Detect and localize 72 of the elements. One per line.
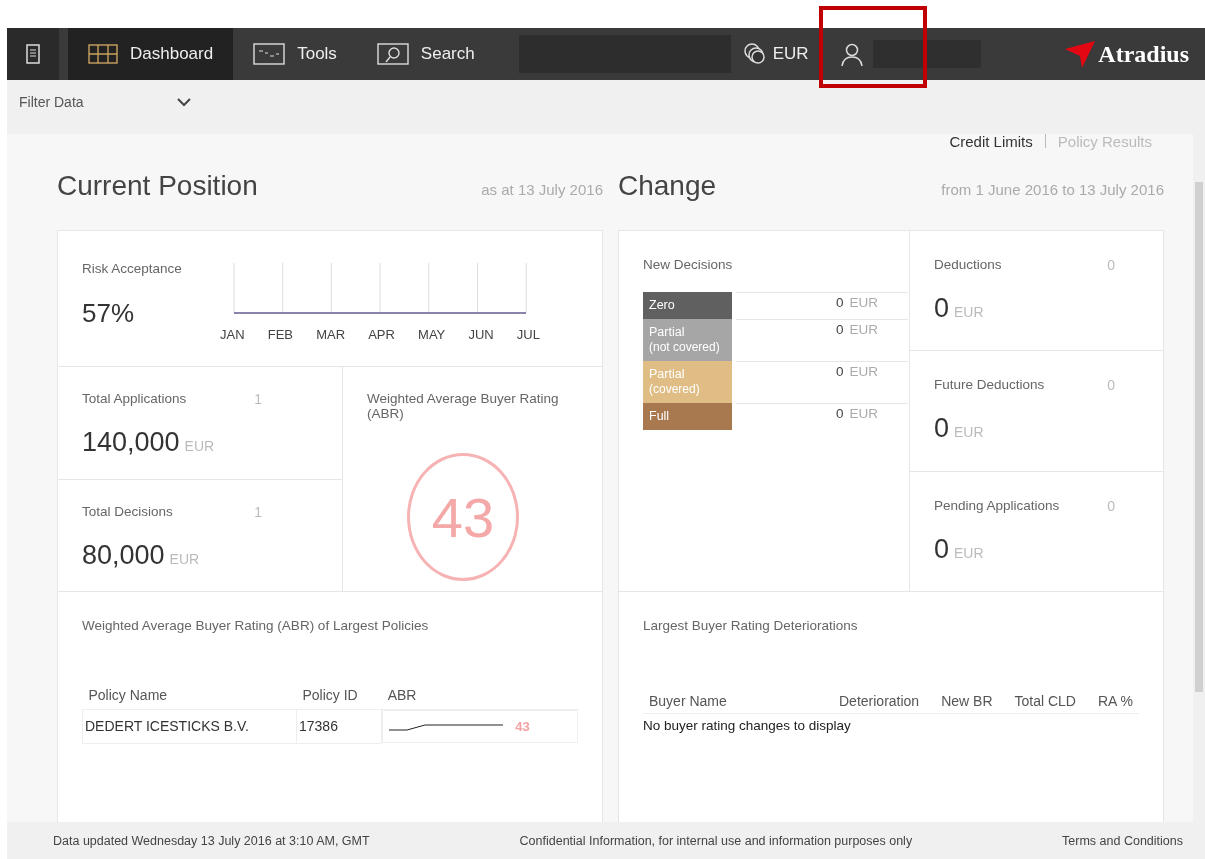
month-label: JAN — [220, 327, 245, 342]
column-header: Buyer Name — [649, 693, 727, 709]
column-header: Policy ID — [296, 681, 382, 710]
update-note: Data updated Wednesday 13 July 2016 at 3:10 AM, GMT — [53, 833, 370, 848]
amount: 0 — [835, 364, 844, 381]
panel-title: Weighted Average Buyer Rating (ABR) of Largest Policies — [82, 618, 430, 633]
table-cell: DEDERT ICESTICKS B.V. — [82, 709, 297, 743]
section-title: Current Position — [57, 170, 258, 202]
currency-unit: EUR — [849, 295, 878, 312]
amount: 0 — [835, 295, 844, 312]
as-at-date: as at 13 July 2016 — [481, 181, 603, 198]
metric-value: 57% — [82, 298, 136, 329]
amount: 0 — [934, 293, 950, 324]
column-header: Total CLD — [1014, 693, 1076, 709]
metric-label: Deductions — [934, 257, 1002, 273]
view-link[interactable]: Credit Limits — [949, 134, 1033, 150]
metric-label: Risk Acceptance — [82, 261, 183, 276]
currency-unit: EUR — [849, 364, 878, 381]
confidential-note: Confidential Information, for internal use and information purposes only — [519, 833, 913, 848]
currency-unit: EUR — [849, 322, 878, 339]
nav-tab[interactable]: Dashboard — [68, 28, 234, 80]
count: 1 — [254, 391, 262, 407]
brand-name: Atradius — [1098, 40, 1189, 68]
month-label: MAY — [418, 327, 446, 342]
amount: 0 — [835, 322, 844, 339]
empty-message: No buyer rating changes to display — [643, 718, 852, 733]
decision-category: Partial (covered) — [643, 361, 732, 403]
nav-tab[interactable]: Search — [356, 28, 495, 80]
metric-label: Pending Applications — [934, 497, 1060, 514]
terms-link[interactable]: Terms and Conditions — [1062, 833, 1183, 848]
month-label: MAR — [316, 327, 346, 342]
amount: 0 — [934, 533, 950, 565]
abr-value: 43 — [515, 719, 530, 734]
metric-label: Weighted Average Buyer Rating (ABR) — [367, 391, 560, 421]
rating-circle: 43 — [407, 453, 519, 581]
currency-unit: EUR — [184, 438, 215, 454]
count: 1 — [254, 503, 262, 520]
month-label: JUL — [516, 327, 540, 342]
column-header: Deterioration — [839, 693, 920, 709]
currency-unit: EUR — [954, 544, 984, 561]
metric-label: Total Decisions — [82, 503, 173, 520]
decision-category: Zero — [643, 292, 732, 319]
metric-label: New Decisions — [643, 257, 734, 272]
amount: 80,000 — [82, 539, 165, 571]
count: 0 — [1107, 377, 1115, 394]
filter-dropdown[interactable]: Filter Data — [7, 80, 204, 124]
month-label: APR — [368, 327, 395, 342]
amount: 0 — [835, 406, 844, 423]
currency-unit: EUR — [954, 424, 984, 441]
column-header: RA % — [1098, 693, 1133, 709]
metric-label: Future Deductions — [934, 377, 1045, 394]
decision-category: Partial (not covered) — [643, 319, 732, 361]
column-header: New BR — [941, 693, 993, 709]
count: 0 — [1107, 497, 1115, 514]
column-header: Policy Name — [82, 681, 297, 710]
decision-category: Full — [643, 403, 732, 430]
currency-unit: EUR — [849, 406, 878, 423]
section-title: Change — [618, 170, 717, 202]
metric-label: Total Applications — [82, 391, 187, 407]
currency-button[interactable]: EUR — [766, 44, 819, 64]
nav-tab[interactable]: Tools — [233, 28, 357, 80]
month-label: JUN — [468, 327, 494, 342]
currency-unit: EUR — [169, 550, 200, 567]
amount: 140,000 — [82, 427, 180, 458]
amount: 0 — [934, 413, 950, 445]
column-header: ABR — [381, 681, 578, 710]
count: 0 — [1107, 257, 1115, 273]
panel-title: Largest Buyer Rating Deteriorations — [643, 618, 859, 633]
period-date: from 1 June 2016 to 13 July 2016 — [941, 181, 1164, 198]
currency-unit: EUR — [954, 304, 984, 320]
month-label: FEB — [267, 327, 293, 342]
table-cell: 17386 — [296, 709, 382, 743]
